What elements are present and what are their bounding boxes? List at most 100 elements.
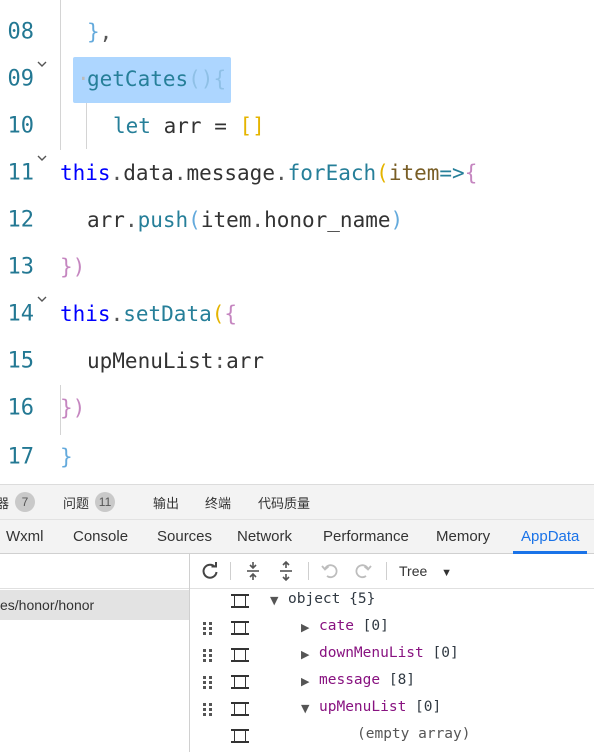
code-text: this.setData({	[60, 299, 237, 329]
tree-row-root[interactable]: ▼ object {5}	[190, 588, 594, 615]
tab-wxml[interactable]: Wxml	[6, 520, 44, 553]
code-line-11[interactable]: 11 this.data.message.forEach(item=>{	[0, 149, 594, 196]
tab-memory[interactable]: Memory	[436, 520, 490, 553]
tab-network[interactable]: Network	[237, 520, 292, 553]
brace-token: {	[464, 160, 478, 185]
paren-token: (	[376, 160, 389, 185]
expand-triangle-icon[interactable]: ▶	[301, 621, 309, 634]
expand-all-icon[interactable]	[243, 561, 263, 581]
node-action-icon[interactable]	[231, 702, 249, 716]
tree-row[interactable]: ▶ cate [0]	[190, 615, 594, 642]
code-line-13[interactable]: 13 })	[0, 243, 594, 290]
array-literal-token: []	[239, 113, 265, 138]
tree-value: [8]	[388, 672, 416, 688]
fold-chevron-icon[interactable]	[36, 152, 48, 164]
code-editor[interactable]: 08 }, 09 · getCates(){ 10 let arr = [] 1…	[0, 0, 594, 484]
drag-handle-icon[interactable]	[202, 621, 214, 636]
line-number: 15	[7, 348, 35, 373]
method-token: forEach	[287, 160, 377, 185]
property-token: message	[186, 160, 275, 185]
code-line-17[interactable]: 17 }	[0, 433, 594, 480]
count-badge: 11	[95, 492, 116, 512]
code-text: arr.push(item.honor_name)	[87, 205, 403, 235]
code-text: },	[87, 17, 112, 47]
code-text: let arr = []	[113, 111, 265, 141]
devtools-tab-bar: Wxml Console Sources Network Performance…	[0, 520, 594, 554]
node-action-icon[interactable]	[231, 621, 249, 635]
panel-tab-code-quality[interactable]: 代码质量	[258, 485, 310, 519]
code-line-16[interactable]: 16 })	[0, 384, 594, 431]
code-line-09[interactable]: 09 · getCates(){	[0, 55, 594, 102]
param-token: item	[388, 160, 440, 185]
node-action-icon[interactable]	[231, 729, 249, 743]
tree-value: [0]	[415, 699, 442, 715]
view-mode-label: Tree	[399, 563, 428, 579]
code-text: })	[60, 395, 86, 420]
redo-icon[interactable]	[353, 561, 373, 581]
expand-triangle-icon[interactable]: ▶	[301, 648, 309, 661]
tree-root-key: object	[288, 591, 341, 607]
brace-token: }	[87, 19, 100, 44]
expand-triangle-icon[interactable]: ▶	[301, 675, 309, 688]
panel-tab-label: 输出	[153, 495, 180, 511]
comma-token: ,	[99, 19, 113, 44]
variable-token: item	[200, 207, 252, 232]
code-line-08[interactable]: 08 },	[0, 8, 594, 55]
tree-row[interactable]: ▼ upMenuList [0]	[190, 696, 594, 723]
panel-tab-debugger[interactable]: 器 7	[0, 485, 36, 519]
tab-sources[interactable]: Sources	[157, 520, 212, 553]
line-number: 14	[7, 301, 35, 326]
collapse-all-icon[interactable]	[276, 561, 296, 581]
tab-performance[interactable]: Performance	[323, 520, 409, 553]
undo-icon[interactable]	[320, 561, 340, 581]
drag-handle-icon[interactable]	[202, 675, 214, 690]
code-text: }	[60, 444, 73, 469]
tree-row[interactable]: ▶ downMenuList [0]	[190, 642, 594, 669]
code-line-10[interactable]: 10 let arr = []	[0, 102, 594, 149]
brace-token: {	[224, 301, 238, 326]
expand-triangle-icon[interactable]: ▼	[270, 594, 278, 607]
code-line-14[interactable]: 14 this.setData({	[0, 290, 594, 337]
dot-token: .	[274, 160, 288, 185]
fold-chevron-icon[interactable]	[36, 293, 48, 305]
tab-appdata[interactable]: AppData	[512, 520, 588, 554]
tree-key: message	[319, 672, 381, 688]
tree-value: [0]	[432, 645, 459, 661]
drag-handle-icon[interactable]	[202, 648, 214, 663]
appdata-toolbar: Tree ▼	[190, 554, 594, 589]
node-action-icon[interactable]	[231, 594, 249, 608]
code-text: this.data.message.forEach(item=>{	[60, 158, 477, 188]
tree-row-empty: (empty array)	[190, 723, 594, 750]
node-action-icon[interactable]	[231, 648, 249, 662]
collapse-triangle-icon[interactable]: ▼	[301, 702, 309, 715]
paren-token: (	[211, 301, 225, 326]
node-action-icon[interactable]	[231, 675, 249, 689]
view-mode-select[interactable]: Tree ▼	[399, 554, 452, 588]
panel-tab-label: 终端	[205, 495, 232, 511]
dropdown-caret-icon: ▼	[441, 567, 453, 579]
panel-tab-terminal[interactable]: 终端	[205, 485, 231, 519]
refresh-icon[interactable]	[200, 561, 220, 581]
tree-node-text: object {5}	[288, 591, 375, 607]
property-token: honor_name	[264, 207, 391, 232]
line-number: 11	[7, 160, 35, 185]
paren-token: (	[188, 207, 201, 232]
line-number: 09	[7, 66, 35, 91]
panel-tab-output[interactable]: 输出	[153, 485, 179, 519]
tree-row[interactable]: ▶ message [8]	[190, 669, 594, 696]
empty-array-text: (empty array)	[357, 726, 471, 742]
paren-token: )	[390, 207, 404, 232]
fold-chevron-icon[interactable]	[36, 58, 48, 70]
tree-key: cate	[319, 618, 354, 634]
code-line-12[interactable]: 12 arr.push(item.honor_name)	[0, 196, 594, 243]
page-list-item[interactable]: es/honor/honor	[0, 590, 189, 620]
page-list-header	[0, 554, 189, 589]
code-text: upMenuList:arr	[87, 346, 264, 376]
drag-handle-icon[interactable]	[202, 702, 214, 717]
arrow-token: =>	[439, 160, 465, 185]
tab-console[interactable]: Console	[73, 520, 128, 553]
code-line-15[interactable]: 15 upMenuList:arr	[0, 337, 594, 384]
property-token: data	[123, 160, 174, 185]
panel-tab-problems[interactable]: 问题 11	[63, 485, 116, 519]
dot-token: .	[124, 207, 138, 232]
